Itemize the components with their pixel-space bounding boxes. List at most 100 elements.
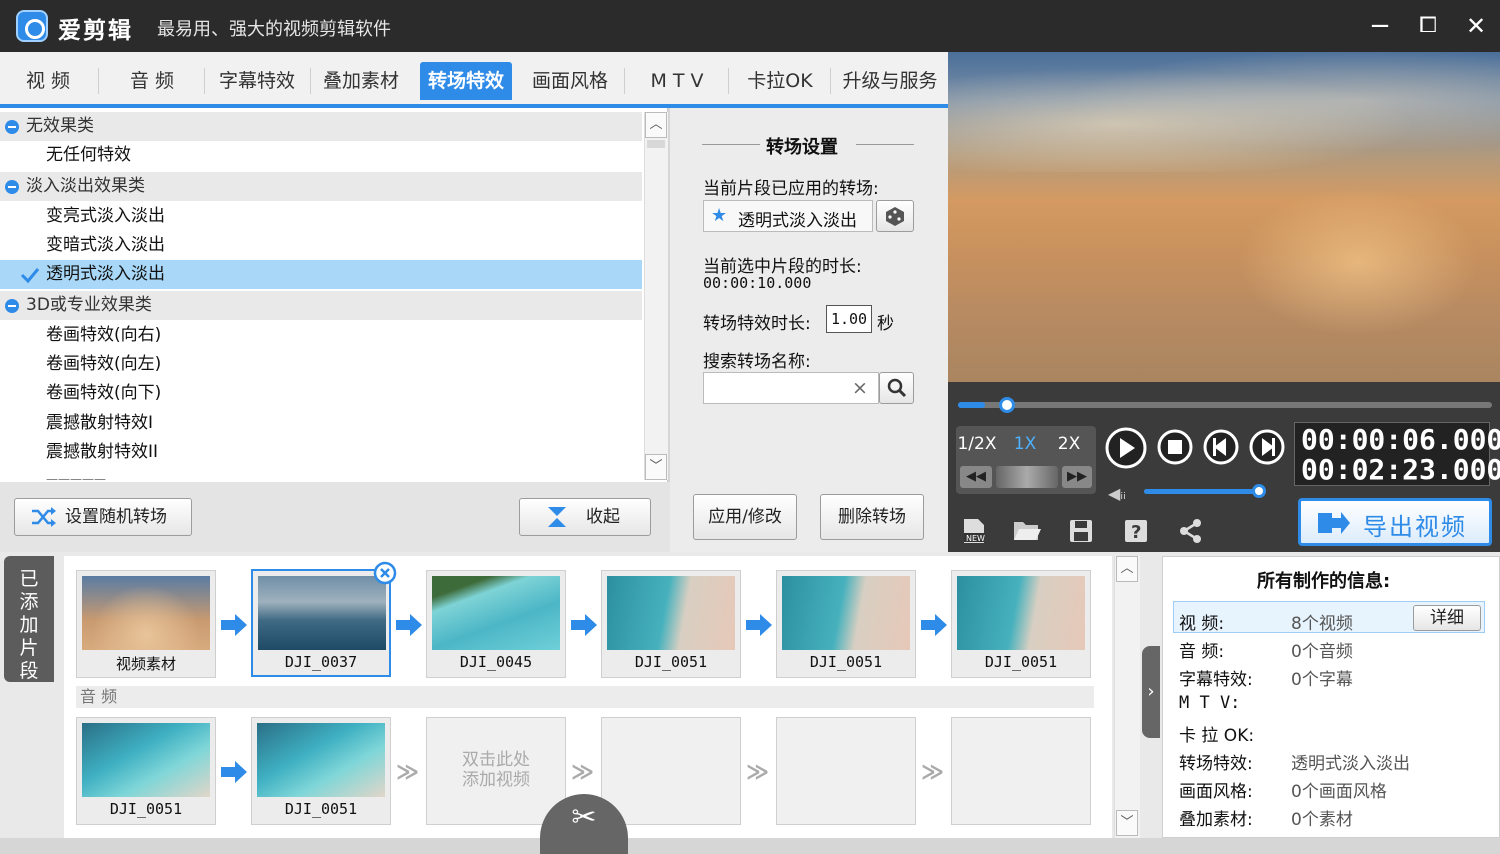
info-title: 所有制作的信息:	[1257, 571, 1391, 592]
heading-divider	[702, 144, 760, 145]
effect-item[interactable]: 卷画特效(向右)	[0, 321, 642, 350]
tab-overlay[interactable]: 叠加素材	[314, 62, 408, 100]
collapse-icon	[5, 120, 19, 134]
transition-arrow-icon[interactable]	[221, 761, 247, 783]
delete-transition-button[interactable]: 删除转场	[820, 494, 924, 540]
clip-item[interactable]: DJI_0051	[76, 717, 216, 825]
timeline-scrollbar[interactable]: ︿ ﹀	[1114, 556, 1140, 838]
scissors-icon: ✂	[571, 800, 597, 835]
project-info-panel: 所有制作的信息: 详细 视 频: 8个视频 音 频: 0个音频 字幕特效: 0个字幕 …	[1162, 556, 1500, 838]
star-icon: ★	[711, 205, 728, 226]
clip-item[interactable]: DJI_0051	[951, 570, 1091, 678]
speed-control: 1/2X 1X 2X ◀◀ ▶▶	[956, 426, 1096, 494]
clear-icon[interactable]: ×	[852, 377, 868, 399]
scissors-button[interactable]: ✂	[540, 794, 628, 854]
tab-karaoke[interactable]: 卡拉OK	[736, 62, 824, 100]
speed-2x[interactable]: 2X	[1052, 434, 1086, 454]
expand-panel-icon[interactable]: ›	[1142, 646, 1160, 738]
new-project-icon[interactable]: NEW	[962, 518, 986, 544]
apply-modify-button[interactable]: 应用/修改	[693, 494, 797, 540]
collapse-icon	[5, 180, 19, 194]
effect-item-selected[interactable]: 透明式淡入淡出	[0, 260, 642, 289]
tab-transition-effects[interactable]: 转场特效	[420, 62, 512, 100]
tab-picture-style[interactable]: 画面风格	[522, 62, 618, 100]
effect-duration-unit: 秒	[877, 314, 894, 334]
clip-item[interactable]: DJI_0045	[426, 570, 566, 678]
maximize-button[interactable]: ⧠	[1408, 6, 1448, 46]
minimize-button[interactable]: −	[1360, 6, 1400, 46]
tab-video[interactable]: 视 频	[8, 62, 88, 100]
transition-arrow-icon[interactable]	[746, 614, 772, 636]
search-button[interactable]	[879, 372, 914, 404]
svg-text:?: ?	[1131, 522, 1141, 543]
category-row[interactable]: 淡入淡出效果类	[0, 172, 642, 201]
video-preview[interactable]	[948, 52, 1500, 382]
clip-item[interactable]: DJI_0051	[776, 570, 916, 678]
next-frame-icon[interactable]	[1248, 428, 1286, 466]
seek-handle[interactable]	[998, 397, 1015, 413]
main-tabs: 视 频 音 频 字幕特效 叠加素材 转场特效 画面风格 M T V 卡拉OK 升…	[0, 52, 948, 108]
audio-track-label: 音 频	[76, 686, 1094, 708]
help-icon[interactable]: ?	[1123, 518, 1149, 544]
tab-subtitle-effects[interactable]: 字幕特效	[210, 62, 304, 100]
play-icon[interactable]	[1104, 426, 1148, 470]
collapse-icon	[5, 299, 19, 313]
tab-audio[interactable]: 音 频	[110, 62, 194, 100]
effect-item[interactable]: 震撼散射特效I	[0, 409, 642, 438]
speed-1x[interactable]: 1X	[1008, 434, 1042, 454]
scroll-up-icon[interactable]: ︿	[645, 112, 667, 138]
remove-clip-icon[interactable]	[373, 561, 397, 585]
volume-slider[interactable]	[1144, 484, 1266, 498]
effect-item[interactable]: 变亮式淡入淡出	[0, 202, 642, 231]
effect-item-partial: —————	[46, 472, 106, 480]
scroll-up-icon[interactable]: ︿	[1116, 556, 1138, 582]
clip-item[interactable]: DJI_0051	[601, 570, 741, 678]
category-row[interactable]: 无效果类	[0, 112, 642, 141]
transition-arrow-icon[interactable]	[221, 614, 247, 636]
save-icon[interactable]	[1068, 518, 1094, 544]
clip-item[interactable]: DJI_0051	[251, 717, 391, 825]
transition-arrow-icon[interactable]	[921, 614, 947, 636]
category-row[interactable]: 3D或专业效果类	[0, 291, 642, 320]
open-folder-icon[interactable]	[1012, 518, 1042, 544]
added-clips-tab[interactable]: 已添加片段	[4, 556, 54, 682]
transition-arrow-icon[interactable]	[571, 614, 597, 636]
empty-clip-slot[interactable]	[951, 717, 1091, 825]
previous-frame-icon[interactable]	[1202, 428, 1240, 466]
effect-item[interactable]: 震撼散射特效II	[0, 438, 642, 467]
collapse-button[interactable]: 收起	[519, 498, 651, 536]
scroll-down-icon[interactable]: ﹀	[1116, 810, 1138, 836]
random-dice-button[interactable]	[876, 200, 914, 232]
checkmark-icon	[20, 268, 40, 284]
clip-duration-value: 00:00:10.000	[703, 274, 812, 292]
heading-divider	[856, 144, 914, 145]
clip-item-selected[interactable]: DJI_0037	[251, 569, 391, 677]
list-scrollbar[interactable]: ︿ ﹀	[644, 112, 668, 480]
export-video-button[interactable]: 导出视频	[1298, 498, 1492, 546]
speed-half[interactable]: 1/2X	[956, 434, 998, 454]
clip-item[interactable]: 视频素材	[76, 570, 216, 678]
effect-item[interactable]: 卷画特效(向下)	[0, 379, 642, 408]
jog-wheel[interactable]	[996, 466, 1058, 488]
volume-handle[interactable]	[1252, 484, 1266, 498]
stop-icon[interactable]	[1156, 428, 1194, 466]
tab-mtv[interactable]: M T V	[632, 62, 722, 100]
share-icon[interactable]	[1178, 518, 1204, 544]
rewind-icon[interactable]: ◀◀	[960, 466, 992, 488]
empty-transition-icon: ≫	[746, 760, 770, 785]
details-button[interactable]: 详细	[1413, 605, 1481, 631]
fast-forward-icon[interactable]: ▶▶	[1062, 466, 1092, 488]
scroll-down-icon[interactable]: ﹀	[645, 454, 667, 480]
seek-bar[interactable]	[958, 397, 1492, 413]
empty-clip-slot[interactable]	[776, 717, 916, 825]
tab-upgrade-service[interactable]: 升级与服务	[836, 62, 944, 100]
volume-icon[interactable]: ◀ᵢᵢ	[1108, 484, 1126, 503]
close-button[interactable]: ✕	[1456, 6, 1496, 46]
transition-arrow-icon[interactable]	[396, 614, 422, 636]
effect-item[interactable]: 变暗式淡入淡出	[0, 231, 642, 260]
effect-duration-input[interactable]: 1.00	[826, 305, 872, 333]
effect-item[interactable]: 卷画特效(向左)	[0, 350, 642, 379]
random-transition-button[interactable]: 设置随机转场	[14, 498, 192, 536]
scroll-thumb[interactable]	[647, 140, 665, 148]
effect-item[interactable]: 无任何特效	[0, 141, 642, 170]
